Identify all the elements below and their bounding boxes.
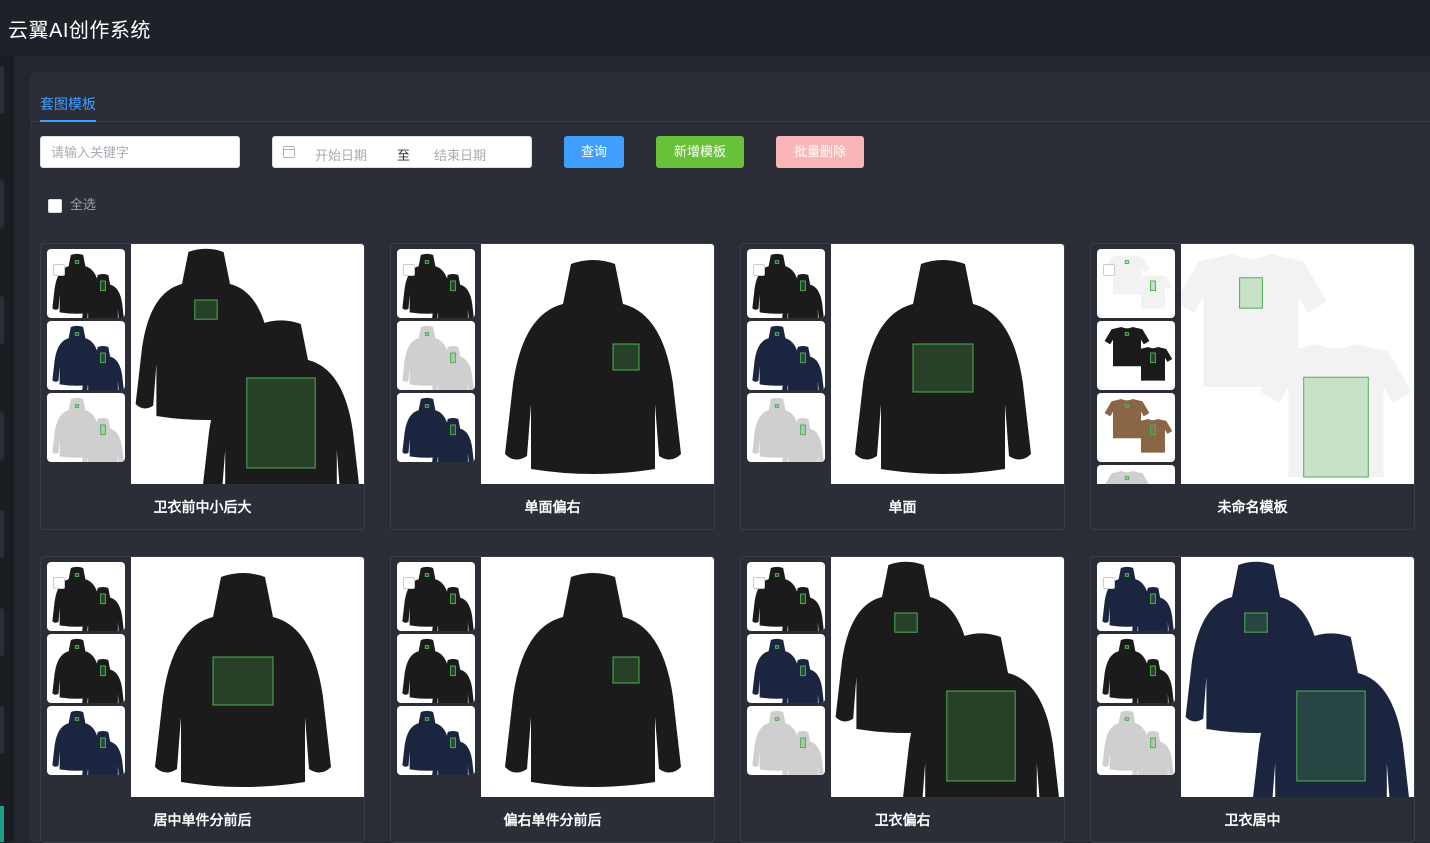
template-preview-image[interactable] [1181,557,1414,797]
template-name: 卫衣前中小后大 [153,499,252,515]
template-card-checkbox[interactable] [53,264,65,276]
template-thumbnail-list[interactable] [1097,249,1175,484]
template-thumbnail[interactable] [47,706,125,775]
tab-template-sets[interactable]: 套图模板 [40,94,96,122]
template-name: 卫衣居中 [1224,812,1281,828]
template-thumbnail[interactable] [397,562,475,631]
date-range-picker[interactable]: 开始日期 至 结束日期 [272,136,532,168]
template-card[interactable]: 居中单件分前后 [40,556,365,843]
template-preview-image[interactable] [1181,244,1414,484]
template-card-checkbox[interactable] [1103,577,1115,589]
template-thumbnail[interactable] [747,706,825,775]
main-panel: 套图模板 开始日期 至 结束日期 查询 新增模板 批量删除 全选 卫衣前中小后大… [30,72,1430,843]
calendar-icon [283,146,295,158]
template-thumbnail[interactable] [397,321,475,390]
template-card[interactable]: 单面 [740,243,1065,530]
template-thumbnail[interactable] [47,393,125,462]
template-card-checkbox[interactable] [753,577,765,589]
batch-delete-button[interactable]: 批量删除 [776,136,864,168]
template-thumbnail[interactable] [397,634,475,703]
sidebar-item-3[interactable] [0,296,4,344]
template-thumbnail[interactable] [397,706,475,775]
template-card[interactable]: 偏右单件分前后 [390,556,715,843]
template-card-checkbox[interactable] [753,264,765,276]
top-bar: 云翼AI创作系统 [0,0,1430,56]
sidebar-item-7[interactable] [0,706,4,754]
template-thumbnail-list[interactable] [47,562,125,797]
template-thumbnail[interactable] [1097,249,1175,318]
sidebar-item-2[interactable] [0,180,4,228]
template-card-checkbox[interactable] [403,577,415,589]
sidebar-item-4[interactable] [0,412,4,460]
template-thumbnail[interactable] [747,634,825,703]
template-name: 卫衣偏右 [874,812,931,828]
template-preview-image[interactable] [131,557,364,797]
template-thumbnail[interactable] [397,249,475,318]
template-thumbnail-list[interactable] [1097,562,1175,797]
date-range-separator: 至 [397,148,411,163]
template-preview-image[interactable] [481,557,714,797]
template-thumbnail-list[interactable] [397,249,475,484]
template-card[interactable]: 单面偏右 [390,243,715,530]
template-thumbnail[interactable] [47,634,125,703]
template-thumbnail[interactable] [747,321,825,390]
sidebar-item-5[interactable] [0,510,4,558]
template-thumbnail[interactable] [397,393,475,462]
template-thumbnail[interactable] [747,249,825,318]
template-card[interactable]: 卫衣前中小后大 [40,243,365,530]
template-card[interactable]: 卫衣偏右 [740,556,1065,843]
template-thumbnail[interactable] [1097,562,1175,631]
template-name: 偏右单件分前后 [503,812,602,828]
template-thumbnail[interactable] [1097,465,1175,484]
template-card-checkbox[interactable] [403,264,415,276]
template-thumbnail[interactable] [1097,321,1175,390]
template-card-checkbox[interactable] [53,577,65,589]
template-thumbnail[interactable] [47,562,125,631]
select-all-label: 全选 [70,197,97,212]
template-thumbnail[interactable] [47,249,125,318]
start-date-input[interactable]: 开始日期 [315,145,367,164]
template-thumbnail[interactable] [47,321,125,390]
template-thumbnail[interactable] [747,562,825,631]
template-thumbnail-list[interactable] [47,249,125,484]
sidebar-collapsed [0,56,14,842]
select-all[interactable]: 全选 [48,194,96,213]
sidebar-item-1[interactable] [0,66,4,114]
template-thumbnail-list[interactable] [397,562,475,797]
template-preview-image[interactable] [131,244,364,484]
template-preview-image[interactable] [831,557,1064,797]
template-name: 未命名模板 [1217,499,1288,515]
template-card[interactable]: 卫衣居中 [1090,556,1415,843]
sidebar-active-indicator [0,806,4,842]
template-preview-image[interactable] [831,244,1064,484]
template-thumbnail[interactable] [1097,634,1175,703]
keyword-input[interactable] [40,136,240,168]
template-name: 单面偏右 [524,499,581,515]
template-preview-image[interactable] [481,244,714,484]
template-thumbnail-list[interactable] [747,562,825,797]
sidebar-item-6[interactable] [0,608,4,656]
end-date-input[interactable]: 结束日期 [434,145,486,164]
template-name: 居中单件分前后 [153,812,252,828]
select-all-checkbox[interactable] [48,198,62,213]
tab-bar: 套图模板 [30,72,1430,122]
template-thumbnail[interactable] [1097,706,1175,775]
query-button[interactable]: 查询 [564,136,624,168]
template-thumbnail[interactable] [1097,393,1175,462]
template-thumbnail[interactable] [747,393,825,462]
template-card[interactable]: 未命名模板 [1090,243,1415,530]
template-card-checkbox[interactable] [1103,264,1115,276]
template-name: 单面 [888,499,917,515]
add-template-button[interactable]: 新增模板 [656,136,744,168]
template-thumbnail-list[interactable] [747,249,825,484]
app-title: 云翼AI创作系统 [8,20,151,42]
